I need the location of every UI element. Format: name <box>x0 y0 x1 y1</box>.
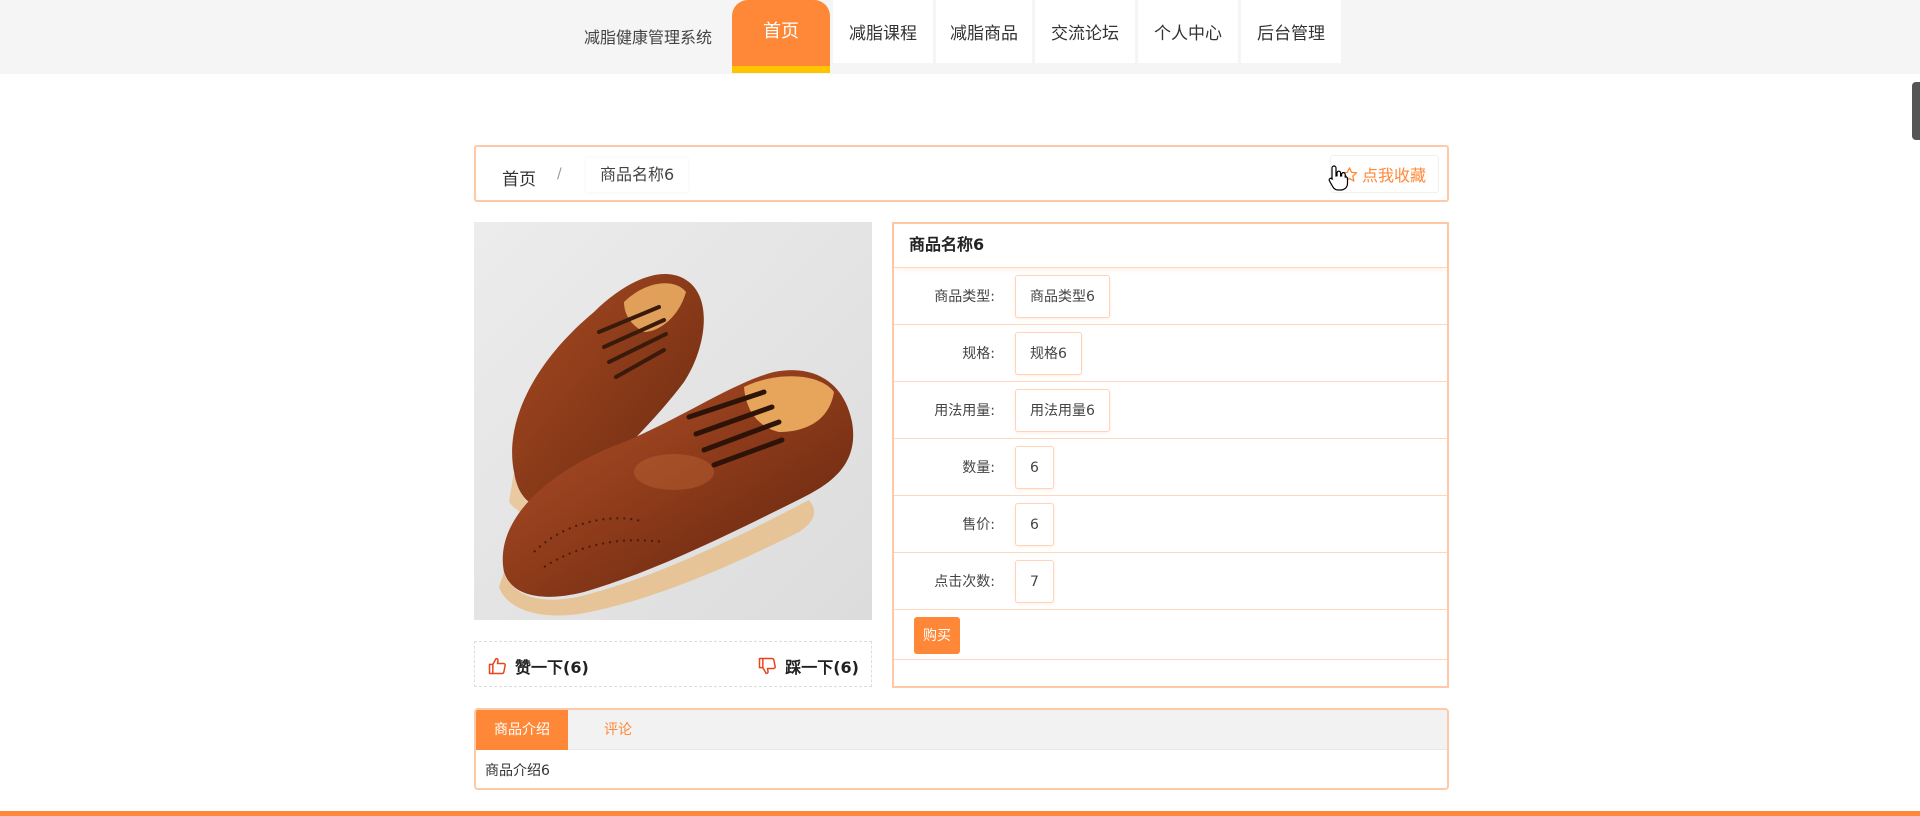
like-button[interactable]: 赞一下(6) <box>487 654 589 678</box>
detail-value: 商品类型6 <box>1015 275 1110 318</box>
nav-item-profile[interactable]: 个人中心 <box>1138 0 1238 63</box>
product-tabs: 商品介绍 评论 商品介绍6 <box>474 708 1449 790</box>
vote-bar: 赞一下(6) 踩一下(6) <box>474 641 872 687</box>
nav-item-admin[interactable]: 后台管理 <box>1241 0 1341 63</box>
detail-value: 6 <box>1015 446 1054 489</box>
nav-item-courses[interactable]: 减脂课程 <box>833 0 933 63</box>
detail-row: 用法用量: 用法用量6 <box>894 382 1447 439</box>
nav-item-forum[interactable]: 交流论坛 <box>1035 0 1135 63</box>
tab-comments[interactable]: 评论 <box>586 710 650 750</box>
detail-row: 数量: 6 <box>894 439 1447 496</box>
nav-item-products[interactable]: 减脂商品 <box>936 0 1032 63</box>
product-image <box>474 222 872 620</box>
detail-label: 规格: <box>962 346 995 362</box>
product-title: 商品名称6 <box>894 224 1447 268</box>
main-nav: 首页 减脂课程 减脂商品 交流论坛 个人中心 后台管理 <box>732 0 1344 74</box>
page-scrollbar[interactable] <box>1912 82 1920 140</box>
detail-row: 商品类型: 商品类型6 <box>894 268 1447 325</box>
tab-header: 商品介绍 评论 <box>476 710 1447 750</box>
breadcrumb-separator: / <box>557 166 562 182</box>
breadcrumb-home[interactable]: 首页 <box>502 165 536 190</box>
detail-value: 6 <box>1015 503 1054 546</box>
product-detail-panel: 商品名称6 商品类型: 商品类型6 规格: 规格6 用法用量: 用法用量6 数量… <box>892 222 1449 688</box>
breadcrumb-current: 商品名称6 <box>586 158 689 192</box>
like-label: 赞一下(6) <box>515 658 589 677</box>
tab-content: 商品介绍6 <box>485 763 550 779</box>
buy-button[interactable]: 购买 <box>914 617 960 654</box>
detail-value: 7 <box>1015 560 1054 603</box>
detail-row: 售价: 6 <box>894 496 1447 553</box>
favorite-label: 点我收藏 <box>1361 166 1426 185</box>
breadcrumb: 首页 / 商品名称6 点我收藏 <box>474 145 1449 202</box>
detail-label: 商品类型: <box>934 289 995 305</box>
tab-product-intro[interactable]: 商品介绍 <box>476 710 568 750</box>
detail-label: 用法用量: <box>934 403 995 419</box>
hand-cursor-icon <box>1328 165 1349 191</box>
footer-divider <box>0 811 1920 816</box>
nav-item-home[interactable]: 首页 <box>732 0 830 73</box>
detail-value: 规格6 <box>1015 332 1082 375</box>
detail-label: 点击次数: <box>934 574 995 590</box>
buy-row: 购买 <box>894 610 1447 660</box>
thumbs-down-icon <box>758 657 777 675</box>
site-name: 减脂健康管理系统 <box>584 28 713 47</box>
detail-row: 点击次数: 7 <box>894 553 1447 610</box>
dislike-label: 踩一下(6) <box>785 658 859 677</box>
thumbs-up-icon <box>488 657 506 675</box>
detail-label: 售价: <box>962 517 995 533</box>
detail-label: 数量: <box>962 460 995 476</box>
detail-row: 规格: 规格6 <box>894 325 1447 382</box>
top-navbar: 减脂健康管理系统 首页 减脂课程 减脂商品 交流论坛 个人中心 后台管理 <box>0 0 1920 74</box>
detail-value: 用法用量6 <box>1015 389 1110 432</box>
dislike-button[interactable]: 踩一下(6) <box>757 654 859 678</box>
